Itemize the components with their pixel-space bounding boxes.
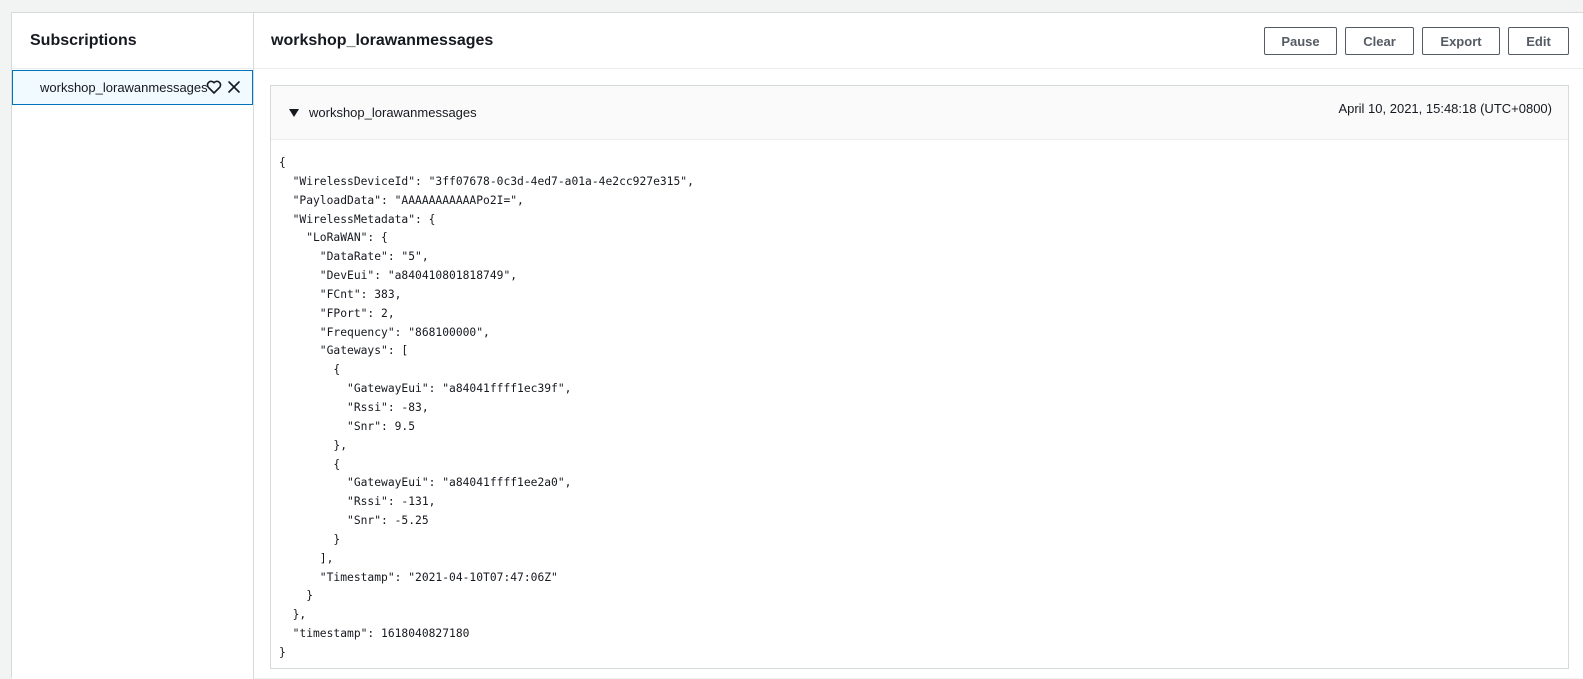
payload-line: ], bbox=[279, 551, 334, 565]
payload-line: "DevEui": "a840410801818749", bbox=[279, 269, 518, 283]
payload-line: }, bbox=[279, 608, 307, 622]
mqtt-test-client-panel: Subscriptions workshop_lorawanmessages w… bbox=[11, 12, 1583, 679]
payload-line: "PayloadData": "AAAAAAAAAAAPo2I=", bbox=[279, 193, 524, 207]
payload-line: "WirelessDeviceId": "3ff07678-0c3d-4ed7-… bbox=[279, 174, 694, 188]
payload-line: { bbox=[279, 363, 341, 377]
payload-line: } bbox=[279, 532, 341, 546]
message-timestamp: April 10, 2021, 15:48:18 (UTC+0800) bbox=[1338, 101, 1552, 116]
payload-line: "Gateways": [ bbox=[279, 344, 409, 358]
clear-button[interactable]: Clear bbox=[1345, 27, 1414, 55]
payload-line: "Rssi": -131, bbox=[279, 495, 436, 509]
message-payload: { "WirelessDeviceId": "3ff07678-0c3d-4ed… bbox=[271, 140, 1568, 663]
message-topic: workshop_lorawanmessages bbox=[309, 105, 477, 120]
close-icon[interactable] bbox=[226, 79, 242, 95]
export-button[interactable]: Export bbox=[1422, 27, 1500, 55]
payload-line: "LoRaWAN": { bbox=[279, 231, 388, 245]
message-card: workshop_lorawanmessages April 10, 2021,… bbox=[270, 85, 1569, 669]
payload-line: "Timestamp": "2021-04-10T07:47:06Z" bbox=[279, 570, 558, 584]
payload-line: "Rssi": -83, bbox=[279, 400, 429, 414]
subscriptions-sidebar: Subscriptions workshop_lorawanmessages bbox=[12, 13, 254, 679]
subscription-item-actions bbox=[206, 79, 242, 95]
message-panel-title: workshop_lorawanmessages bbox=[271, 31, 494, 49]
message-panel: workshop_lorawanmessages Pause Clear Exp… bbox=[254, 13, 1583, 679]
pause-button[interactable]: Pause bbox=[1264, 27, 1337, 55]
edit-button[interactable]: Edit bbox=[1508, 27, 1569, 55]
message-card-header[interactable]: workshop_lorawanmessages April 10, 2021,… bbox=[271, 86, 1568, 140]
message-toolbar: Pause Clear Export Edit bbox=[1264, 27, 1569, 55]
payload-line: { bbox=[279, 457, 341, 471]
payload-line: "GatewayEui": "a84041ffff1ec39f", bbox=[279, 382, 572, 396]
payload-line: "Snr": 9.5 bbox=[279, 419, 416, 433]
payload-line: }, bbox=[279, 438, 348, 452]
payload-line: "Snr": -5.25 bbox=[279, 514, 429, 528]
payload-line: "DataRate": "5", bbox=[279, 250, 429, 264]
subscription-item[interactable]: workshop_lorawanmessages bbox=[12, 70, 253, 105]
sidebar-header: Subscriptions bbox=[12, 13, 253, 69]
payload-line: "FPort": 2, bbox=[279, 306, 395, 320]
payload-line: "WirelessMetadata": { bbox=[279, 212, 436, 226]
caret-down-icon[interactable] bbox=[289, 109, 299, 117]
payload-line: "timestamp": 1618040827180 bbox=[279, 627, 470, 641]
payload-line: } bbox=[279, 589, 314, 603]
payload-line: } bbox=[279, 645, 286, 659]
heart-outline-icon[interactable] bbox=[206, 79, 222, 95]
subscription-item-label: workshop_lorawanmessages bbox=[40, 80, 208, 95]
top-strip bbox=[0, 0, 1583, 12]
payload-line: "FCnt": 383, bbox=[279, 287, 402, 301]
message-panel-header: workshop_lorawanmessages Pause Clear Exp… bbox=[254, 13, 1583, 69]
payload-line: { bbox=[279, 156, 286, 169]
payload-line: "Frequency": "868100000", bbox=[279, 325, 490, 339]
sidebar-title: Subscriptions bbox=[30, 31, 137, 49]
payload-line: "GatewayEui": "a84041ffff1ee2a0", bbox=[279, 476, 572, 490]
